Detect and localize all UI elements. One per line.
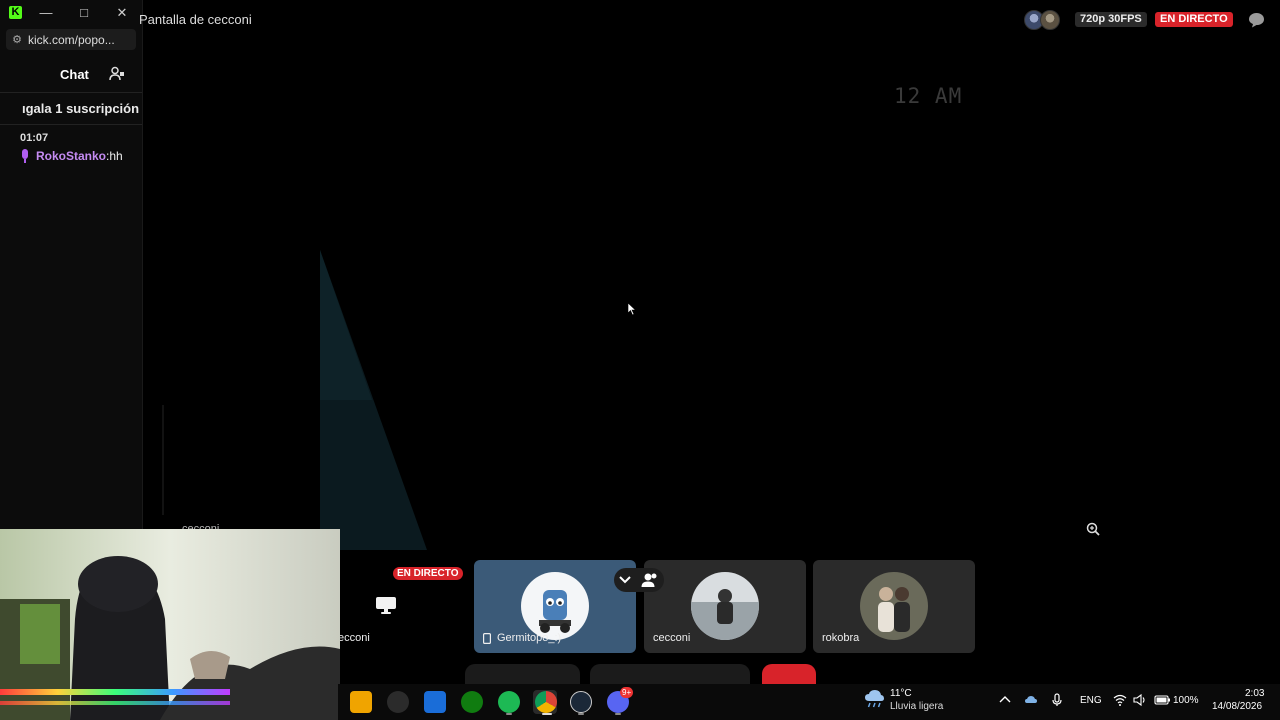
tile-name-text: rokobra: [822, 632, 860, 644]
participant-tile[interactable]: rokobra: [813, 560, 975, 653]
chat-bubble-icon[interactable]: [1248, 12, 1265, 28]
weather-description: Lluvia ligera: [890, 701, 944, 712]
xbox-icon[interactable]: [461, 691, 483, 713]
tile-controls[interactable]: [614, 568, 664, 592]
webcam-overlay: [0, 529, 340, 720]
mouse-cursor-icon: [628, 303, 636, 315]
clock-time[interactable]: 2:03: [1245, 688, 1264, 699]
live-badge: EN DIRECTO: [1155, 12, 1233, 27]
tile-name: rokobra: [822, 632, 859, 644]
gift-sub-banner: ıgala 1 suscripción: [22, 101, 140, 116]
participant-avatar: [521, 572, 589, 640]
phone-icon: [483, 632, 491, 644]
spotify-icon[interactable]: [498, 691, 520, 713]
call-control-button[interactable]: [465, 664, 580, 684]
tile-name: Germitopo_:): [483, 632, 561, 644]
editor-icon[interactable]: [424, 691, 446, 713]
participant-avatar: [691, 572, 759, 640]
game-scene: [162, 250, 427, 550]
maximize-button[interactable]: □: [74, 4, 94, 22]
chat-popout-window: K — □ ✕ ⚙ kick.com/popo... Chat ıgala 1 …: [0, 0, 143, 530]
weather-temperature: 11°C: [890, 688, 912, 699]
participants-icon[interactable]: [641, 572, 659, 588]
running-indicator: [506, 713, 512, 715]
running-indicator: [615, 713, 621, 715]
running-indicator: [542, 713, 552, 715]
chat-title: Chat: [60, 67, 89, 82]
chat-header: Chat: [0, 62, 142, 88]
volume-icon[interactable]: [1133, 693, 1147, 707]
obs-icon[interactable]: [387, 691, 409, 713]
message-timestamp: 01:07: [20, 132, 49, 144]
wifi-icon[interactable]: [1113, 693, 1127, 707]
mic-badge-icon: [22, 149, 28, 163]
running-indicator: [578, 713, 584, 715]
participant-avatar: [860, 572, 928, 640]
close-button[interactable]: ✕: [112, 4, 132, 22]
message-username[interactable]: RokoStanko: [36, 149, 106, 163]
participant-tile[interactable]: cecconi: [644, 560, 806, 653]
tile-name: ecconi: [338, 632, 370, 644]
quality-badge: 720p 30FPS: [1075, 12, 1147, 27]
kick-logo-icon: K: [9, 6, 22, 19]
couple-photo-image: [878, 587, 910, 632]
microphone-icon[interactable]: [1050, 693, 1064, 707]
site-settings-icon[interactable]: ⚙: [6, 33, 28, 46]
battery-icon[interactable]: [1154, 693, 1171, 707]
chat-users-icon[interactable]: [109, 66, 125, 82]
url-text: kick.com/popo...: [28, 32, 115, 47]
participant-tile[interactable]: Germitopo_:): [474, 560, 636, 653]
chevron-down-icon[interactable]: [619, 575, 631, 585]
viewer-avatars[interactable]: [1024, 10, 1060, 30]
forklift-character-image: [539, 590, 571, 633]
url-bar[interactable]: ⚙ kick.com/popo...: [6, 29, 136, 50]
chevron-up-icon[interactable]: [998, 693, 1012, 707]
tile-name: cecconi: [653, 632, 690, 644]
chrome-icon[interactable]: [535, 691, 557, 713]
weather-rain-icon[interactable]: [863, 689, 885, 709]
game-clock-text: 12 AM: [894, 84, 963, 108]
language-indicator[interactable]: ENG: [1080, 695, 1102, 706]
message-text: hh: [109, 149, 123, 163]
webcam-image: [0, 529, 340, 720]
divider: [0, 92, 142, 93]
tile-name-text: Germitopo_:): [497, 632, 562, 644]
windows-store-icon[interactable]: [350, 691, 372, 713]
person-photo-image: [691, 589, 759, 640]
screen-share-title: Pantalla de cecconi: [139, 12, 252, 27]
battery-percentage: 100%: [1173, 695, 1199, 706]
discord-notification-badge: 9+: [620, 687, 634, 698]
chat-message: RokoStanko: hh: [20, 149, 123, 163]
divider: [0, 124, 142, 125]
monitor-icon: [376, 597, 396, 614]
window-titlebar: K — □ ✕: [0, 0, 142, 26]
viewer-avatar[interactable]: [1040, 10, 1060, 30]
minimize-button[interactable]: —: [36, 4, 56, 22]
tile-name-text: cecconi: [653, 632, 691, 644]
stream-video[interactable]: [142, 40, 1112, 550]
onedrive-icon[interactable]: [1024, 693, 1038, 707]
call-control-button[interactable]: [590, 664, 750, 684]
clock-date[interactable]: 14/08/2026: [1212, 701, 1262, 712]
leave-call-button[interactable]: [762, 664, 816, 684]
tile-live-badge: EN DIRECTO: [393, 567, 463, 580]
steam-icon[interactable]: [570, 691, 592, 713]
zoom-icon[interactable]: [1085, 521, 1101, 537]
